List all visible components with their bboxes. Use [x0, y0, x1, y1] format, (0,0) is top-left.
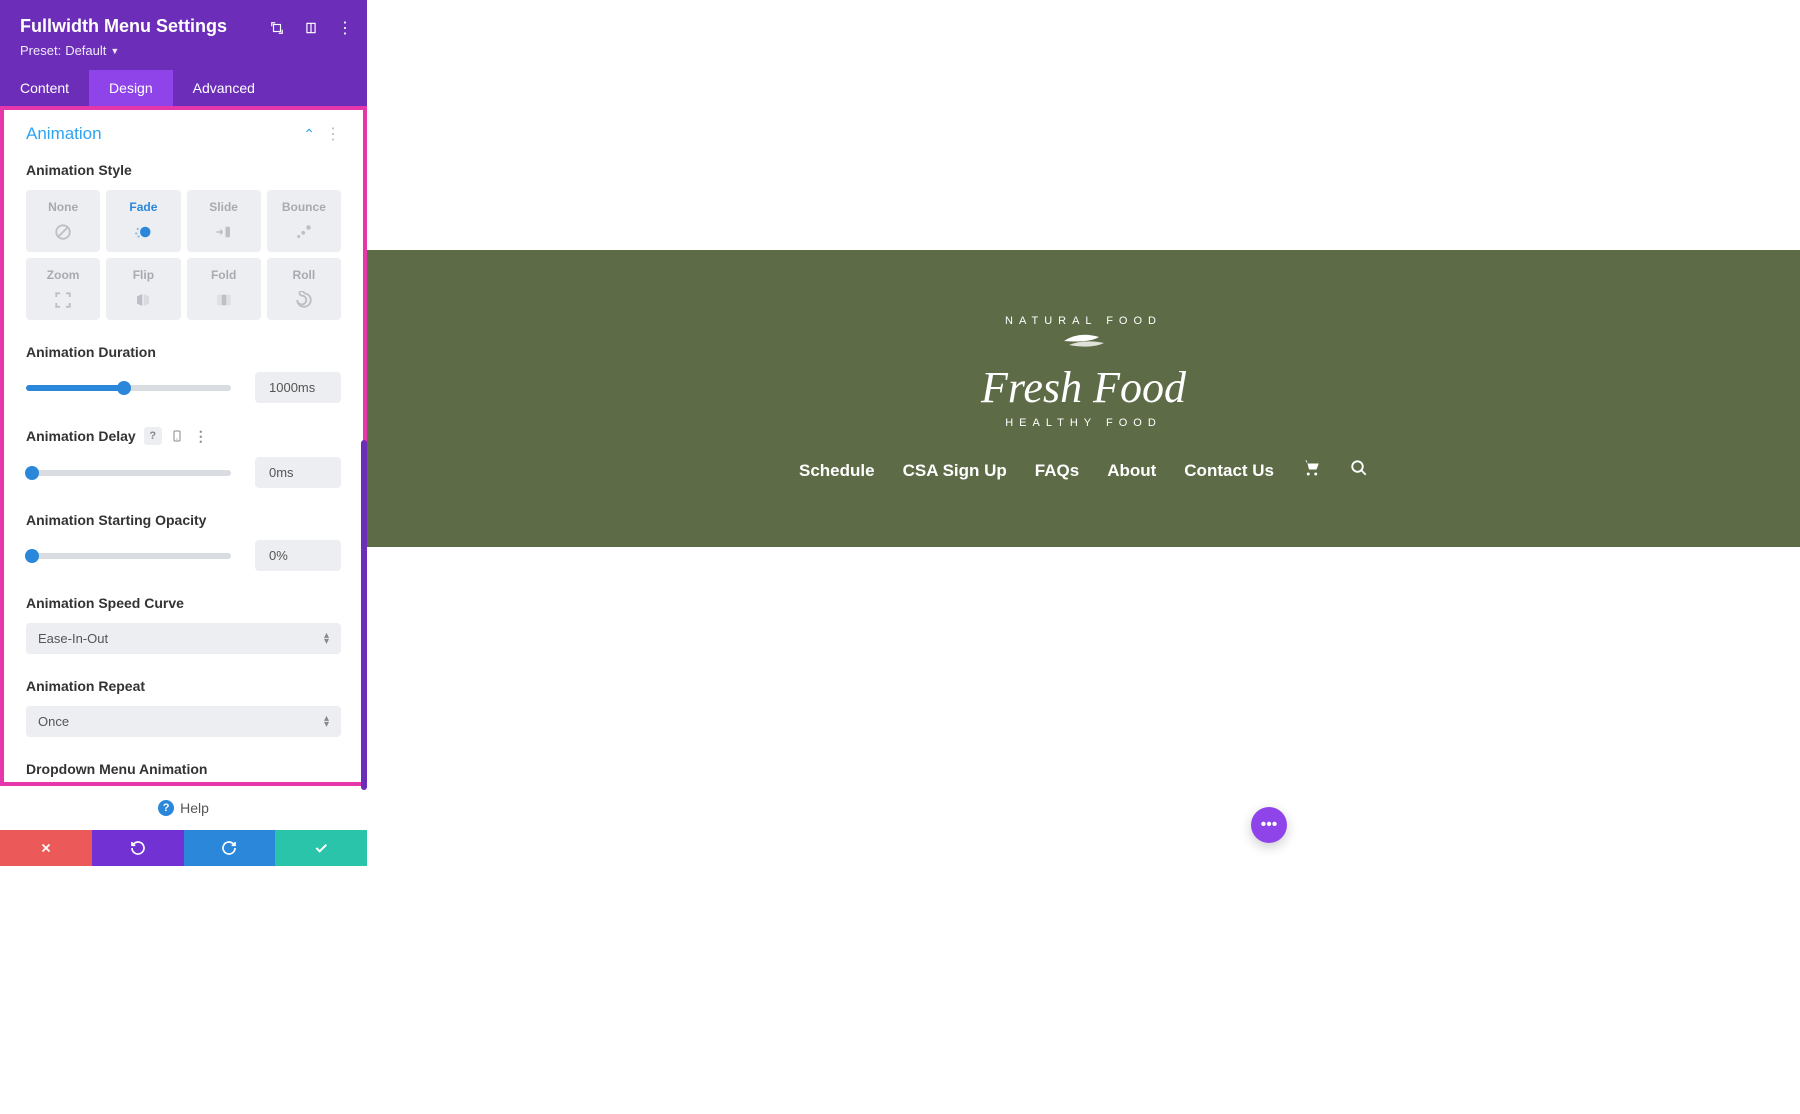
expand-icon[interactable]: [269, 20, 285, 36]
opacity-slider[interactable]: [26, 553, 231, 559]
field-label: Animation Delay ? ⋮: [26, 427, 341, 445]
field-label: Animation Speed Curve: [26, 595, 341, 611]
field-label: Dropdown Menu Animation: [26, 761, 341, 777]
animation-style-field: Animation Style None Fade Slide Bounce Z…: [4, 154, 363, 336]
cancel-button[interactable]: [0, 830, 92, 866]
nav-about[interactable]: About: [1107, 461, 1156, 481]
help-link[interactable]: ? Help: [0, 786, 367, 830]
speed-curve-select[interactable]: Ease-In-Out ▴▾: [26, 623, 341, 654]
slide-icon: [214, 222, 234, 242]
delay-slider[interactable]: [26, 470, 231, 476]
caret-down-icon: ▼: [110, 46, 119, 56]
leaf-icon: [981, 329, 1186, 358]
chevron-up-icon[interactable]: ⌃: [303, 126, 315, 143]
tab-advanced[interactable]: Advanced: [173, 70, 275, 106]
help-circle-icon: ?: [158, 800, 174, 816]
section-header[interactable]: Animation ⌃ ⋮: [4, 110, 363, 154]
preset-selector[interactable]: Preset: Default ▼: [20, 43, 347, 58]
style-slide[interactable]: Slide: [187, 190, 261, 252]
panel-header: Fullwidth Menu Settings Preset: Default …: [0, 0, 367, 70]
nav-schedule[interactable]: Schedule: [799, 461, 875, 481]
nav-menu: Schedule CSA Sign Up FAQs About Contact …: [799, 459, 1368, 482]
field-label: Animation Duration: [26, 344, 341, 360]
style-zoom[interactable]: Zoom: [26, 258, 100, 320]
bounce-icon: [294, 222, 314, 242]
nav-faqs[interactable]: FAQs: [1035, 461, 1079, 481]
delay-field: Animation Delay ? ⋮ 0ms: [4, 419, 363, 504]
field-label: Animation Style: [26, 162, 341, 178]
undo-button[interactable]: [92, 830, 184, 866]
hero-section: NATURAL FOOD Fresh Food HEALTHY FOOD Sch…: [367, 250, 1800, 547]
tab-design[interactable]: Design: [89, 70, 173, 106]
flip-icon: [133, 290, 153, 310]
save-button[interactable]: [275, 830, 367, 866]
section-title: Animation: [26, 124, 102, 144]
dropdown-anim-field: Dropdown Menu Animation Fade ▴▾: [4, 753, 363, 786]
search-icon[interactable]: [1350, 459, 1368, 482]
settings-panel: Fullwidth Menu Settings Preset: Default …: [0, 0, 367, 866]
duration-field: Animation Duration 1000ms: [4, 336, 363, 419]
opacity-field: Animation Starting Opacity 0%: [4, 504, 363, 587]
nav-contact[interactable]: Contact Us: [1184, 461, 1274, 481]
preview-area: NATURAL FOOD Fresh Food HEALTHY FOOD Sch…: [367, 0, 1800, 1114]
style-bounce[interactable]: Bounce: [267, 190, 341, 252]
zoom-icon: [53, 290, 73, 310]
repeat-select[interactable]: Once ▴▾: [26, 706, 341, 737]
panel-body: Animation ⌃ ⋮ Animation Style None Fade …: [0, 106, 367, 786]
help-icon[interactable]: ?: [144, 427, 162, 445]
drag-icon[interactable]: [303, 20, 319, 36]
style-none[interactable]: None: [26, 190, 100, 252]
none-icon: [53, 222, 73, 242]
logo: NATURAL FOOD Fresh Food HEALTHY FOOD: [981, 315, 1186, 429]
tab-content[interactable]: Content: [0, 70, 89, 106]
panel-footer: [0, 830, 367, 866]
select-caret-icon: ▴▾: [324, 716, 329, 728]
fold-icon: [214, 290, 234, 310]
select-caret-icon: ▴▾: [324, 633, 329, 645]
style-flip[interactable]: Flip: [106, 258, 180, 320]
redo-button[interactable]: [184, 830, 276, 866]
fab-button[interactable]: •••: [1251, 807, 1287, 843]
kebab-icon[interactable]: ⋮: [192, 427, 210, 445]
field-label: Animation Starting Opacity: [26, 512, 341, 528]
fade-icon: [133, 222, 153, 242]
tabs: Content Design Advanced: [0, 70, 367, 106]
field-label: Animation Repeat: [26, 678, 341, 694]
opacity-value[interactable]: 0%: [255, 540, 341, 571]
roll-icon: [294, 290, 314, 310]
duration-slider[interactable]: [26, 385, 231, 391]
duration-value[interactable]: 1000ms: [255, 372, 341, 403]
style-grid: None Fade Slide Bounce Zoom Flip Fold Ro…: [26, 190, 341, 320]
style-fold[interactable]: Fold: [187, 258, 261, 320]
kebab-icon[interactable]: ⋮: [337, 20, 353, 36]
cart-icon[interactable]: [1302, 459, 1322, 482]
speed-curve-field: Animation Speed Curve Ease-In-Out ▴▾: [4, 587, 363, 670]
style-fade[interactable]: Fade: [106, 190, 180, 252]
kebab-icon[interactable]: ⋮: [325, 124, 341, 144]
repeat-field: Animation Repeat Once ▴▾: [4, 670, 363, 753]
style-roll[interactable]: Roll: [267, 258, 341, 320]
mobile-icon[interactable]: [168, 427, 186, 445]
nav-csa[interactable]: CSA Sign Up: [903, 461, 1007, 481]
delay-value[interactable]: 0ms: [255, 457, 341, 488]
